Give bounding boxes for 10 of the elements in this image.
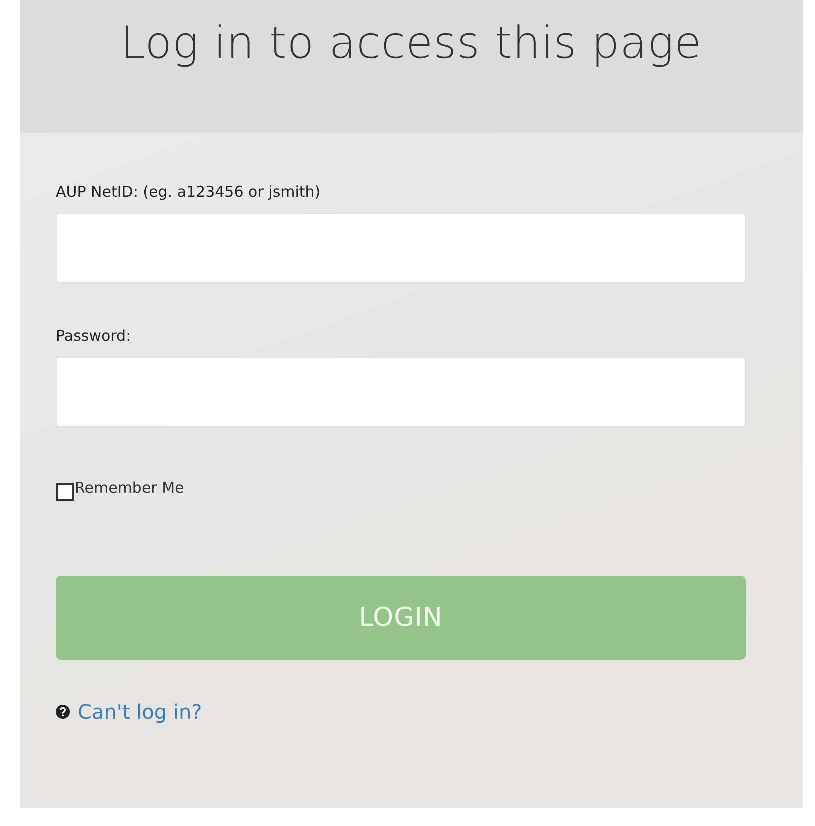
cant-log-in-link[interactable]: Can't log in? bbox=[78, 700, 202, 724]
input-field[interactable] bbox=[56, 357, 746, 427]
input-field[interactable] bbox=[56, 213, 746, 283]
field-label: Password: bbox=[56, 327, 132, 345]
page-title: Log in to access this page bbox=[120, 18, 702, 69]
login-button[interactable]: LOGIN bbox=[56, 576, 746, 660]
checkbox-label: Remember Me bbox=[75, 479, 184, 497]
field-label: AUP NetID: (eg. a123456 or jsmith) bbox=[56, 183, 322, 201]
remember-checkbox[interactable] bbox=[56, 483, 74, 501]
help-icon bbox=[56, 705, 70, 719]
